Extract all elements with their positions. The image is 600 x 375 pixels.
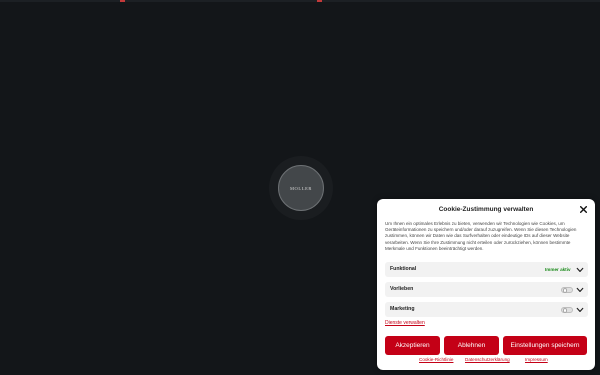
cookie-policy-link[interactable]: Cookie-Richtlinie (419, 357, 453, 362)
dialog-title: Cookie-Zustimmung verwalten (438, 206, 534, 213)
accept-button[interactable]: Akzeptieren (385, 336, 440, 355)
brand-logo: MOLLER (289, 185, 313, 191)
close-button[interactable] (578, 204, 589, 215)
close-icon (580, 206, 587, 213)
chevron-down-icon[interactable] (576, 286, 584, 294)
toggle-knob (562, 308, 567, 313)
toggle-knob (562, 288, 567, 293)
preferences-toggle[interactable] (561, 286, 573, 293)
privacy-policy-link[interactable]: Datenschutzerklärung (465, 357, 510, 362)
category-marketing[interactable]: Marketing (385, 302, 588, 317)
category-label: Vorlieben (390, 286, 414, 292)
chevron-down-icon[interactable] (576, 266, 584, 274)
imprint-link[interactable]: Impressum (525, 357, 548, 362)
chevron-down-icon[interactable] (576, 306, 584, 314)
reject-button[interactable]: Ablehnen (444, 336, 499, 355)
category-functional[interactable]: Funktional Immer aktiv (385, 262, 588, 277)
marketing-toggle[interactable] (561, 306, 573, 313)
category-preferences[interactable]: Vorlieben (385, 282, 588, 297)
top-strip-marker (317, 0, 322, 2)
consent-description: Um Ihnen ein optimales Erlebnis zu biete… (385, 221, 577, 251)
top-strip-marker (120, 0, 125, 2)
manage-services-link[interactable]: Dienste verwalten (385, 320, 425, 326)
loading-spinner: MOLLER (278, 165, 324, 211)
category-label: Funktional (390, 266, 417, 272)
always-active-badge: Immer aktiv (545, 266, 571, 272)
save-settings-button[interactable]: Einstellungen speichern (503, 336, 587, 355)
top-strip (0, 0, 600, 2)
category-label: Marketing (390, 306, 415, 312)
